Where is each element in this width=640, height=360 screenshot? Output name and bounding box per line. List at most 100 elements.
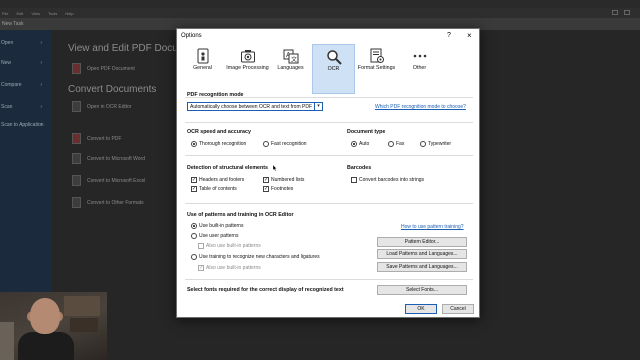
tab-other[interactable]: Other [398,44,441,94]
item-open-ocr[interactable]: Open in OCR Editor [72,101,131,112]
label-barcodes: Convert barcodes into strings [359,177,425,183]
checkbox-headers[interactable]: ✓ [191,177,197,183]
label-toc: Table of contents [199,186,237,192]
label-auto: Auto [359,141,370,147]
pdf-icon [72,133,81,144]
minimize-button[interactable] [612,10,618,15]
divider [185,155,473,156]
sidebar-item-scan-to-app[interactable]: Scan to Application › [0,122,52,138]
item-convert-excel[interactable]: Convert to Microsoft Excel [72,175,145,186]
close-button[interactable]: × [467,31,472,40]
radio-fax[interactable] [388,141,394,147]
options-tabs: General Image Processing A文 Languages OC… [181,44,477,94]
mode-help-link[interactable]: Which PDF recognition mode to choose? [375,104,466,110]
tab-languages[interactable]: A文 Languages [269,44,312,94]
label-builtin-patterns: Use built-in patterns [199,223,244,229]
tab-label: General [193,65,212,71]
item-label: Convert to Microsoft Excel [87,177,146,184]
radio-typewriter[interactable] [420,141,426,147]
pattern-editor-button[interactable]: Pattern Editor... [377,237,467,247]
webcam-overlay [0,292,107,360]
webcam-person-head [30,298,60,334]
item-convert-pdf[interactable]: Convert to PDF [72,133,121,144]
chevron-right-icon: › [40,60,42,66]
section-title-doctype: Document type [347,129,386,135]
sidebar-item-compare[interactable]: Compare › [0,80,52,90]
label-fast: Fast recognition [271,141,307,147]
pattern-help-link[interactable]: How to use pattern training? [401,224,464,230]
item-convert-other[interactable]: Convert to Other Formats [72,197,144,208]
menu-view[interactable]: View [31,11,40,16]
select-value: Automatically choose between OCR and tex… [190,104,312,110]
label-also-builtin-1: Also use built-in patterns [206,243,261,249]
section-title-speed: OCR speed and accuracy [187,129,251,135]
section-title-structure: Detection of structural elements [187,165,268,171]
radio-thorough[interactable] [191,141,197,147]
file-icon [72,197,81,208]
menu-tools[interactable]: Tools [48,11,57,16]
word-icon [72,153,81,164]
tab-new-task[interactable]: New Task [2,21,24,27]
tab-format-settings[interactable]: Format Settings [355,44,398,94]
label-user-patterns: Use user patterns [199,233,239,239]
sidebar-item-scan[interactable]: Scan › [0,102,52,112]
magnifier-icon [326,50,342,65]
radio-training[interactable] [191,254,197,260]
checkbox-toc[interactable]: ✓ [191,186,197,192]
checkbox-also-builtin-1[interactable] [198,243,204,249]
tab-label: Image Processing [226,65,269,71]
select-fonts-button[interactable]: Select Fonts... [377,285,467,295]
webcam-person-body [18,332,74,360]
tab-image-processing[interactable]: Image Processing [226,44,269,94]
excel-icon [72,175,81,186]
pdf-mode-select[interactable]: Automatically choose between OCR and tex… [187,102,323,111]
item-open-pdf[interactable]: Open PDF Document [72,63,135,74]
cancel-button[interactable]: Cancel [442,304,474,314]
label-training: Use training to recognize new characters… [199,254,320,260]
menu-help[interactable]: Help [65,11,73,16]
item-label: Open PDF Document [87,65,135,72]
checkbox-barcodes[interactable] [351,177,357,183]
svg-text:文: 文 [291,56,297,64]
sidebar-item-label: Scan [1,104,13,110]
radio-user-patterns[interactable] [191,233,197,239]
checkbox-footnotes[interactable]: ✓ [263,186,269,192]
sidebar-item-new[interactable]: New › [0,58,52,68]
label-thorough: Thorough recognition [199,141,247,147]
section-title-fonts: Select fonts required for the correct di… [187,287,344,293]
item-label: Convert to Microsoft Word [87,155,145,162]
item-label: Convert to PDF [87,135,122,142]
maximize-button[interactable] [624,10,630,15]
label-typewriter: Typewriter [428,141,452,147]
more-icon [413,54,426,58]
help-button[interactable]: ? [447,32,451,39]
divider [185,122,473,123]
tab-general[interactable]: General [181,44,224,94]
sidebar-item-label: Scan to Application [1,122,44,128]
label-also-builtin-2: Also use built-in patterns [206,265,261,271]
load-patterns-button[interactable]: Load Patterns and Languages... [377,249,467,259]
radio-auto[interactable] [351,141,357,147]
chevron-down-icon: ▾ [314,103,322,110]
label-headers: Headers and footers [199,177,245,183]
ok-button[interactable]: OK [405,304,437,314]
radio-builtin-patterns[interactable] [191,223,197,229]
sidebar-item-open[interactable]: Open › [0,38,52,48]
mouse-cursor-icon [273,165,277,171]
webcam-background-light [0,322,14,360]
heading-convert: Convert Documents [68,84,157,95]
ocr-editor-icon [72,101,81,112]
tab-ocr[interactable]: OCR [312,44,355,94]
menu-file[interactable]: File [2,11,8,16]
sidebar-item-label: Open [1,40,14,46]
checkbox-numbered[interactable]: ✓ [263,177,269,183]
item-convert-word[interactable]: Convert to Microsoft Word [72,153,145,164]
chevron-right-icon: › [40,82,42,88]
save-patterns-button[interactable]: Save Patterns and Languages... [377,262,467,272]
menu-edit[interactable]: Edit [16,11,23,16]
radio-fast[interactable] [263,141,269,147]
checkbox-also-builtin-2[interactable]: ✓ [198,265,204,271]
section-title-patterns: Use of patterns and training in OCR Edit… [187,212,294,218]
tab-label: OCR [327,66,340,72]
pdf-icon [72,63,81,74]
